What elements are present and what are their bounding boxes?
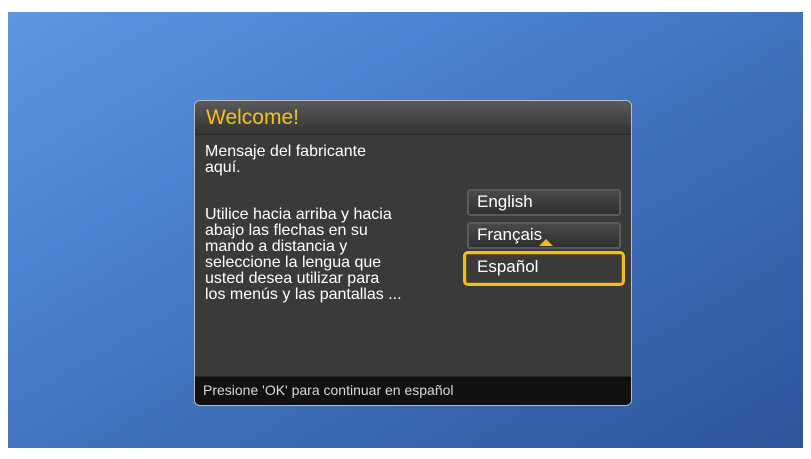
welcome-dialog: Welcome! Mensaje del fabricante aquí. Ut… bbox=[194, 100, 632, 406]
language-option-label: Français bbox=[477, 225, 543, 244]
footer-hint: Presione 'OK' para continuar en español bbox=[203, 382, 454, 398]
language-option-espanol[interactable]: Español bbox=[463, 251, 625, 286]
manufacturer-message: Mensaje del fabricante aquí. bbox=[205, 143, 366, 176]
dialog-title-bar: Welcome! bbox=[195, 101, 631, 135]
language-option-label: English bbox=[477, 192, 533, 211]
language-option-english[interactable]: English bbox=[467, 189, 621, 216]
dialog-title: Welcome! bbox=[206, 106, 299, 129]
language-option-label: Español bbox=[477, 257, 539, 276]
dialog-footer: Presione 'OK' para continuar en español bbox=[195, 376, 631, 405]
tv-screen: Welcome! Mensaje del fabricante aquí. Ut… bbox=[8, 12, 803, 448]
up-arrow-icon bbox=[539, 239, 553, 246]
language-instructions: Utilice hacia arriba y hacia abajo las f… bbox=[205, 206, 402, 303]
